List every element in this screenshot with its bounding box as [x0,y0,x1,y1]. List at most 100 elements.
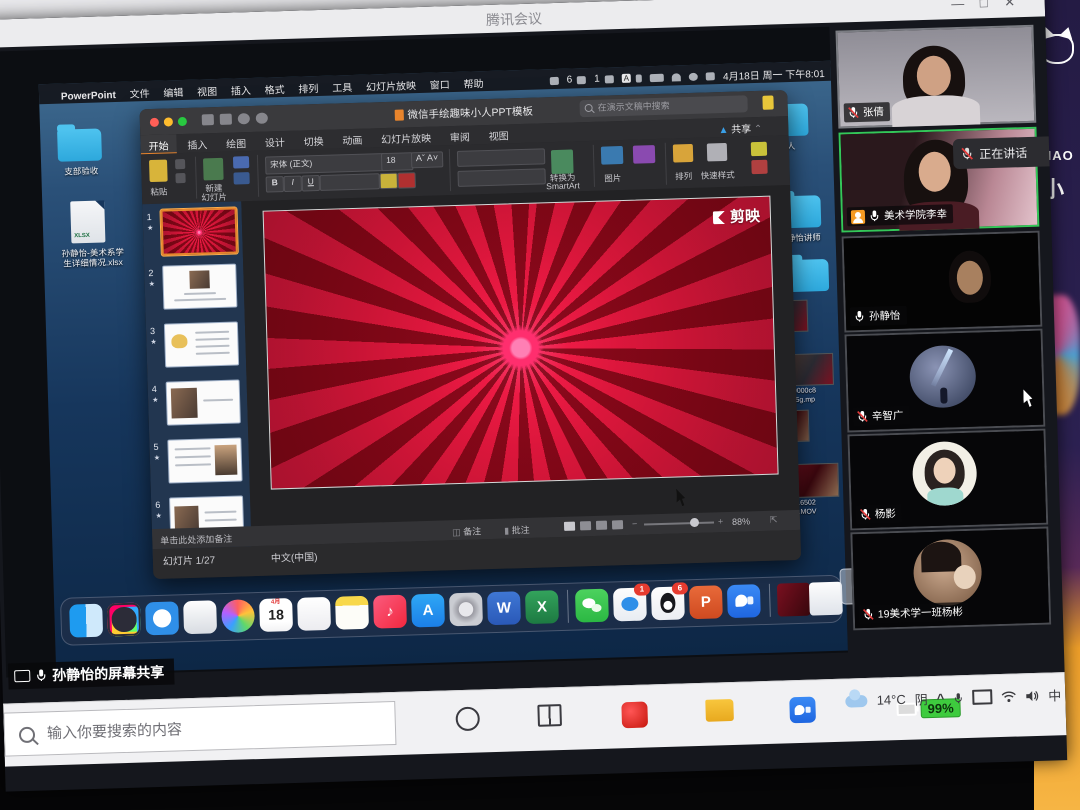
slide-sorter-view-button[interactable] [580,521,591,530]
weather-icon[interactable] [846,694,868,707]
menubar-datetime[interactable]: 4月18日 周一 下午8:01 [723,65,825,83]
list-buttons[interactable] [457,148,545,167]
current-slide[interactable]: 剪映 [263,196,779,490]
file-explorer-icon[interactable] [705,699,734,722]
slide-thumbnail-4[interactable] [166,379,241,425]
task-view-icon[interactable] [537,704,562,727]
menu-help[interactable]: 帮助 [463,75,483,91]
settings-icon[interactable] [449,592,483,626]
fit-slide-icon[interactable]: ⇱ [770,515,778,526]
battery-icon[interactable] [650,73,664,81]
input-method-icon[interactable]: A [622,74,632,83]
photos-icon[interactable] [221,599,255,633]
slide-thumbnail-2[interactable] [162,264,237,310]
tab-view[interactable]: 视图 [480,124,517,143]
font-color-button[interactable] [397,172,415,189]
taskbar-search-box[interactable]: 输入你要搜索的内容 [3,701,396,757]
slideshow-view-button[interactable] [612,520,623,529]
normal-view-button[interactable] [564,522,575,531]
menubar-app-name[interactable]: PowerPoint [61,90,116,103]
minimized-video-window[interactable] [777,583,811,617]
notification-icon[interactable] [550,76,559,84]
slide-thumbnail-3[interactable] [164,321,239,367]
participant-tile[interactable]: 张倩 [835,25,1036,129]
cortana-icon[interactable] [455,706,480,731]
zoom-slider[interactable] [644,521,714,525]
wechat-icon[interactable] [575,589,609,623]
shape-fill-icon[interactable] [751,142,767,156]
zoom-out-button[interactable]: − [632,519,638,529]
launchpad-icon[interactable] [107,603,141,637]
powerpoint-icon[interactable]: P [689,585,723,619]
font-size-select[interactable]: 18 [381,152,414,171]
cut-icon[interactable] [175,159,185,169]
appstore-icon[interactable]: A [411,593,445,627]
safari-icon[interactable] [145,601,179,635]
slide-thumbnail-1[interactable] [160,207,237,255]
tab-home[interactable]: 开始 [140,134,177,155]
close-button[interactable]: ✕ [1000,0,1018,11]
participant-tile[interactable]: 孙静怡 [842,231,1043,333]
paste-icon[interactable] [149,160,168,183]
align-buttons[interactable] [457,168,545,187]
wechat-menubar-icon[interactable] [605,75,614,83]
zoom-in-button[interactable]: + [718,516,724,526]
tab-animations[interactable]: 动画 [334,128,371,147]
speaker-icon[interactable] [1025,689,1039,701]
menu-window[interactable]: 窗口 [429,76,449,92]
files-stack-icon[interactable] [809,582,843,616]
qq-chat-icon[interactable]: 1 [613,587,647,621]
weather-app-icon[interactable] [183,600,217,634]
shape-outline-icon[interactable] [751,160,767,174]
word-icon[interactable]: W [487,591,521,625]
minimize-button[interactable]: — [949,0,967,11]
tab-design[interactable]: 设计 [257,131,294,150]
desktop-folder[interactable]: 支部验收 [52,122,108,124]
slide-thumbnail-5[interactable] [167,437,242,483]
participant-tile[interactable]: 辛智广 [844,329,1045,433]
spotlight-icon[interactable] [689,72,698,80]
desktop-xlsx-file[interactable]: XLSX 孙静怡-美术系学 生详细情况.xlsx [56,200,126,202]
font-name-select[interactable]: 宋体 (正文) [265,153,385,175]
tab-review[interactable]: 审阅 [442,125,479,144]
bluetooth-icon[interactable] [636,74,642,82]
display-icon[interactable] [972,689,992,705]
wifi-icon[interactable] [672,73,681,81]
underline-button[interactable]: U [302,175,320,192]
new-slide-icon[interactable] [203,158,224,181]
tray-mic-icon[interactable] [953,691,963,705]
menu-format[interactable]: 格式 [264,81,284,97]
weather-condition[interactable]: 阴 [914,689,928,708]
control-center-icon[interactable] [706,72,715,80]
language-status[interactable]: 中文(中国) [271,548,318,564]
copy-icon[interactable] [175,173,185,183]
tencent-meeting-icon[interactable] [727,584,761,618]
reading-view-button[interactable] [596,521,607,530]
finder-icon[interactable] [69,604,103,638]
excel-icon[interactable]: X [525,590,559,624]
arrange-icon[interactable] [673,144,694,163]
menu-insert[interactable]: 插入 [231,82,251,98]
tab-transitions[interactable]: 切换 [295,130,332,149]
ime-indicator[interactable]: 中 [1048,685,1062,704]
menu-file[interactable]: 文件 [129,85,149,101]
highlight-color-button[interactable] [380,173,398,190]
reminders-icon[interactable] [297,597,331,631]
chat-icon[interactable] [577,76,586,84]
comments-button[interactable]: ▮ 批注 [504,523,530,537]
italic-button[interactable]: I [284,176,302,193]
menu-edit[interactable]: 编辑 [163,84,183,100]
menu-tools[interactable]: 工具 [332,79,352,95]
picture-icon[interactable] [601,146,624,165]
qq-icon[interactable]: 6 [651,586,685,620]
notes-placeholder[interactable]: 单击此处添加备注 [160,532,232,547]
grow-shrink-font-buttons[interactable]: Aˇ A˅ [411,151,443,168]
ppt-share-button[interactable]: ▲ 共享 ⌃ [718,120,762,136]
tray-expand-icon[interactable]: ^ [936,691,944,706]
notes-button[interactable]: ◫ 备注 [452,524,481,538]
section-icon[interactable] [233,172,249,184]
participant-tile[interactable]: 杨影 [847,429,1048,531]
menu-arrange[interactable]: 排列 [298,80,318,96]
tab-slideshow[interactable]: 幻灯片放映 [373,126,440,146]
ppt-search-box[interactable]: 在演示文稿中搜索 [579,95,747,117]
